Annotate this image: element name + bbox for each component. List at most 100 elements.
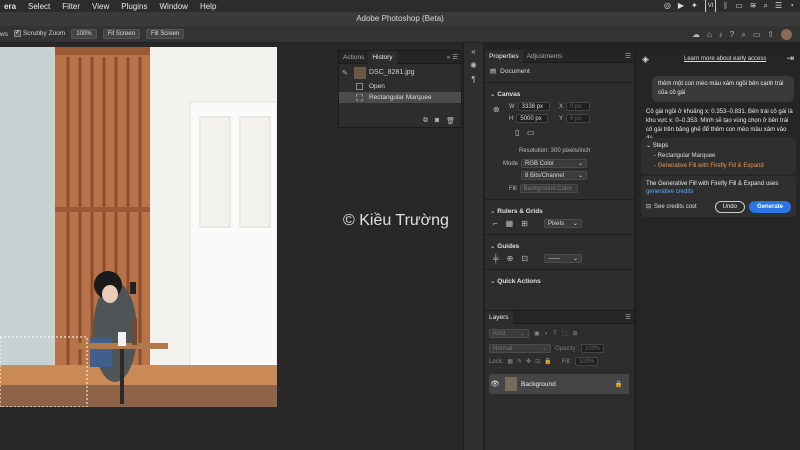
panel-menu-icon[interactable]: ☰ <box>625 313 634 321</box>
pixel-grid-icon[interactable]: ⊞ <box>521 219 528 228</box>
dropbox-icon[interactable]: ✦ <box>691 0 698 12</box>
learn-more-link[interactable]: Learn more about early access <box>684 56 766 62</box>
mode-select[interactable]: RGB Color ⌄ <box>521 159 588 168</box>
filter-smart-icon[interactable]: ⊞ <box>573 330 578 337</box>
history-snapshot[interactable]: ✎ DSC_8281.jpg <box>339 64 461 81</box>
tab-layers[interactable]: Layers <box>485 310 513 324</box>
history-state-marquee[interactable]: Rectangular Marquee <box>339 92 461 103</box>
help-icon[interactable]: ? <box>730 30 734 39</box>
trash-icon[interactable]: 🗑 <box>446 117 455 125</box>
grid-icon[interactable]: ▦ <box>506 219 514 228</box>
layer-row-background[interactable]: 👁 Background 🔒 <box>489 374 629 394</box>
see-credits-cost[interactable]: ⊟ See credits cost <box>646 203 697 211</box>
workspace-icon[interactable]: ▭ <box>753 30 761 39</box>
x-input[interactable]: 0 px <box>566 102 591 111</box>
avatar[interactable] <box>781 29 792 40</box>
assistant-icon[interactable]: ◈ <box>642 54 649 65</box>
adjustments-icon[interactable]: ✺ <box>468 61 480 71</box>
menu-item-help[interactable]: Help <box>194 2 222 11</box>
scrubby-zoom-checkbox[interactable]: ✓ Scrubby Zoom <box>13 30 65 38</box>
lock-paint-icon[interactable]: ✎ <box>517 358 522 365</box>
zoom-100-button[interactable]: 100% <box>71 29 97 39</box>
bluetooth-icon[interactable]: ᛒ <box>723 0 728 12</box>
ruler-icon[interactable]: ⌐ <box>493 219 498 228</box>
filter-adjustment-icon[interactable]: ◐ <box>545 331 549 337</box>
chevron-down-icon: ⌄ <box>519 331 525 337</box>
lock-move-icon[interactable]: ✥ <box>526 358 531 365</box>
ruler-units-select[interactable]: Pixels ⌄ <box>543 219 582 228</box>
filter-pixel-icon[interactable]: ▣ <box>534 330 540 337</box>
share-cloud-icon[interactable]: ☁ <box>692 30 700 39</box>
y-input[interactable]: 0 px <box>566 114 591 123</box>
menu-item-edit-partial[interactable]: era <box>0 2 22 11</box>
panel-exit-icon[interactable]: ⇥ <box>786 53 794 64</box>
document-image[interactable] <box>0 47 277 407</box>
mode-value: RGB Color <box>525 161 555 167</box>
lock-all-icon[interactable]: 🔒 <box>544 358 551 365</box>
generate-button[interactable]: Generate <box>748 201 791 213</box>
chevron-down-icon: ⌄ <box>572 221 578 227</box>
portrait-orientation-icon[interactable]: ▯ <box>515 128 519 137</box>
landscape-orientation-icon[interactable]: ▭ <box>527 128 535 137</box>
visibility-eye-icon[interactable]: 👁 <box>489 380 501 388</box>
layer-filter-select[interactable]: Kind ⌄ <box>489 329 529 338</box>
bell-icon[interactable]: ♪ <box>719 30 723 39</box>
opacity-input[interactable]: 100% <box>581 344 605 353</box>
undo-button[interactable]: Undo <box>714 201 745 213</box>
filter-shape-icon[interactable]: ⬚ <box>562 330 568 337</box>
collapse-panels-icon[interactable]: « <box>468 47 480 57</box>
quick-actions-section-title[interactable]: Quick Actions <box>485 273 634 285</box>
guide-style-select[interactable]: —— ⌄ <box>544 254 583 263</box>
steps-box[interactable]: ⌄ Steps - Rectangular Marquee - Generati… <box>641 138 796 174</box>
menu-item-filter[interactable]: Filter <box>56 2 86 11</box>
panel-menu-icon[interactable]: » ☰ <box>447 53 461 61</box>
menu-item-select[interactable]: Select <box>22 2 56 11</box>
canvas-section-title[interactable]: Canvas <box>485 86 634 98</box>
battery-icon[interactable]: ▭ <box>735 0 743 12</box>
width-input[interactable]: 3338 px <box>517 102 550 111</box>
menu-item-window[interactable]: Window <box>153 2 193 11</box>
tab-history[interactable]: History <box>368 50 397 64</box>
smart-guides-icon[interactable]: ⊕ <box>507 254 514 263</box>
camera-icon[interactable]: ◙ <box>435 117 439 125</box>
paragraph-icon[interactable]: ¶ <box>468 75 480 85</box>
search-icon[interactable]: ⌕ <box>764 0 768 12</box>
blend-mode-select[interactable]: Normal ⌄ <box>489 344 551 353</box>
menu-item-plugins[interactable]: Plugins <box>115 2 153 11</box>
gift-icon[interactable]: ⌂ <box>707 30 712 39</box>
lock-transparent-icon[interactable]: ▦ <box>507 358 513 365</box>
new-document-from-state-icon[interactable]: ⧉ <box>423 117 428 125</box>
guides-section-title[interactable]: Guides <box>485 238 634 250</box>
lock-artboard-icon[interactable]: ⊡ <box>535 358 540 365</box>
creative-cloud-icon[interactable]: ◎ <box>664 0 671 12</box>
tab-actions[interactable]: Actions <box>339 51 368 64</box>
lock-guides-icon[interactable]: ⊡ <box>521 254 528 263</box>
bit-depth-select[interactable]: 8 Bits/Channel ⌄ <box>521 171 587 180</box>
wifi-icon[interactable]: ≋ <box>750 0 757 12</box>
play-icon[interactable]: ▶ <box>678 0 684 12</box>
search-icon[interactable]: ⌕ <box>741 30 745 40</box>
lock-icon[interactable]: 🔒 <box>615 380 623 388</box>
panel-menu-icon[interactable]: ☰ <box>625 52 634 60</box>
link-icon[interactable]: ⊗ <box>493 105 500 114</box>
clock-icon[interactable]: ◔ <box>789 0 794 12</box>
fit-screen-button[interactable]: Fit Screen <box>102 29 140 39</box>
x-label: X <box>559 103 564 110</box>
generative-credits-link[interactable]: generative credits <box>646 188 791 196</box>
height-label: H <box>509 115 514 122</box>
tab-properties[interactable]: Properties <box>485 49 523 63</box>
history-state-open[interactable]: Open <box>339 81 461 92</box>
height-input[interactable]: 5000 px <box>516 114 549 123</box>
y-label: Y <box>559 115 564 122</box>
filter-type-icon[interactable]: T <box>553 331 557 337</box>
menu-item-view[interactable]: View <box>86 2 115 11</box>
rulers-grids-section-title[interactable]: Rulers & Grids <box>485 203 634 215</box>
tab-adjustments[interactable]: Adjustments <box>523 50 567 63</box>
marquee-icon <box>356 94 363 101</box>
share-icon[interactable]: ⇪ <box>767 30 774 39</box>
fill-select[interactable]: Background Color <box>519 184 578 193</box>
fill-screen-button[interactable]: Fill Screen <box>145 29 185 39</box>
fill-input[interactable]: 100% <box>574 357 599 366</box>
guides-icon[interactable]: ╪ <box>493 254 499 263</box>
control-center-icon[interactable]: ☰ <box>775 0 782 12</box>
